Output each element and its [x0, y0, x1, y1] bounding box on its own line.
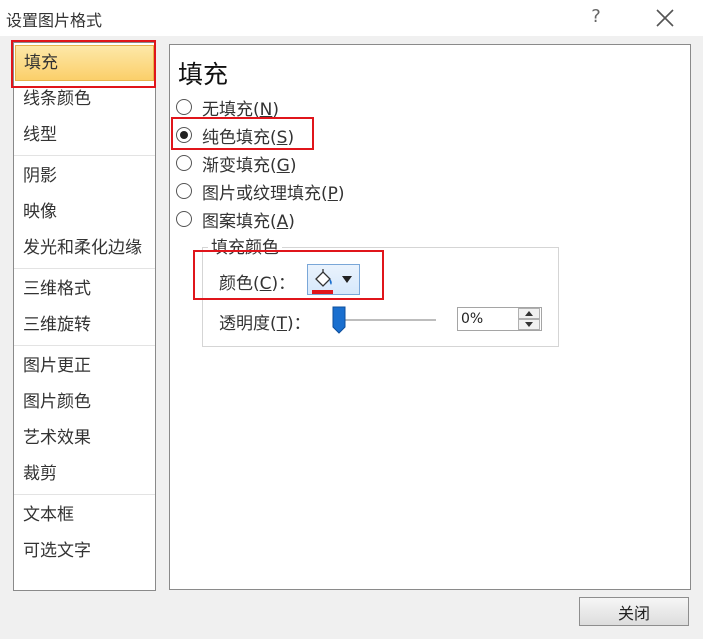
- nav-item-reflection[interactable]: 映像: [14, 194, 155, 230]
- nav-item-glow-soft-edges[interactable]: 发光和柔化边缘: [14, 230, 155, 266]
- nav-group-text: 文本框 可选文字: [14, 495, 155, 571]
- close-icon[interactable]: [651, 4, 679, 32]
- radio-button[interactable]: [176, 127, 192, 143]
- radio-solid-fill[interactable]: 纯色填充(S): [176, 122, 294, 148]
- fill-color-group-title: 填充颜色: [208, 233, 282, 258]
- nav-item-artistic-effects[interactable]: 艺术效果: [14, 420, 155, 456]
- nav-item-crop[interactable]: 裁剪: [14, 456, 155, 492]
- help-button[interactable]: ?: [585, 5, 607, 29]
- nav-group-3d: 三维格式 三维旋转: [14, 269, 155, 346]
- radio-label: 无填充(N): [202, 99, 279, 120]
- nav-item-3d-rotation[interactable]: 三维旋转: [14, 307, 155, 343]
- nav-item-line-style[interactable]: 线型: [14, 117, 155, 153]
- transparency-slider-thumb[interactable]: [332, 306, 346, 334]
- radio-picture-texture-fill[interactable]: 图片或纹理填充(P): [176, 178, 345, 204]
- fill-panel: 填充 无填充(N) 纯色填充(S) 渐变填充(G) 图片或纹理填充(P) 图案填…: [169, 44, 691, 590]
- nav-group-picture: 图片更正 图片颜色 艺术效果 裁剪: [14, 346, 155, 495]
- panel-title: 填充: [178, 60, 229, 89]
- window-title: 设置图片格式: [6, 11, 103, 30]
- radio-label: 图案填充(A): [202, 211, 295, 232]
- color-swatch: [312, 290, 333, 294]
- nav-item-alt-text[interactable]: 可选文字: [14, 533, 155, 569]
- radio-gradient-fill[interactable]: 渐变填充(G): [176, 150, 296, 176]
- nav-item-3d-format[interactable]: 三维格式: [14, 271, 155, 307]
- nav-group-effects: 阴影 映像 发光和柔化边缘: [14, 156, 155, 269]
- close-button[interactable]: 关闭: [579, 597, 689, 626]
- radio-button[interactable]: [176, 99, 192, 115]
- radio-button[interactable]: [176, 211, 192, 227]
- nav-item-fill[interactable]: 填充: [15, 45, 154, 81]
- spin-up-button[interactable]: [518, 308, 540, 319]
- title-bar: 设置图片格式 ?: [0, 0, 703, 36]
- transparency-label: 透明度(T)：: [219, 314, 311, 334]
- radio-label: 图片或纹理填充(P): [202, 183, 345, 204]
- radio-label: 渐变填充(G): [202, 155, 297, 176]
- nav-item-text-box[interactable]: 文本框: [14, 497, 155, 533]
- nav-item-line-color[interactable]: 线条颜色: [14, 81, 155, 117]
- nav-item-picture-corrections[interactable]: 图片更正: [14, 348, 155, 384]
- radio-no-fill[interactable]: 无填充(N): [176, 94, 279, 120]
- radio-pattern-fill[interactable]: 图案填充(A): [176, 206, 295, 232]
- nav-item-shadow[interactable]: 阴影: [14, 158, 155, 194]
- category-list: 填充 线条颜色 线型 阴影 映像 发光和柔化边缘 三维格式 三维旋转 图片更正 …: [13, 42, 156, 591]
- paint-bucket-icon: [315, 269, 332, 287]
- radio-button[interactable]: [176, 183, 192, 199]
- spin-down-button[interactable]: [518, 319, 540, 330]
- nav-group-fill-line: 填充 线条颜色 线型: [14, 43, 155, 156]
- radio-label: 纯色填充(S): [202, 127, 295, 148]
- fill-color-dropdown-button[interactable]: [307, 264, 360, 295]
- transparency-slider-track[interactable]: [334, 319, 436, 321]
- color-label: 颜色(C)：: [219, 274, 296, 294]
- nav-item-picture-color[interactable]: 图片颜色: [14, 384, 155, 420]
- chevron-down-icon: [342, 276, 352, 283]
- radio-button[interactable]: [176, 155, 192, 171]
